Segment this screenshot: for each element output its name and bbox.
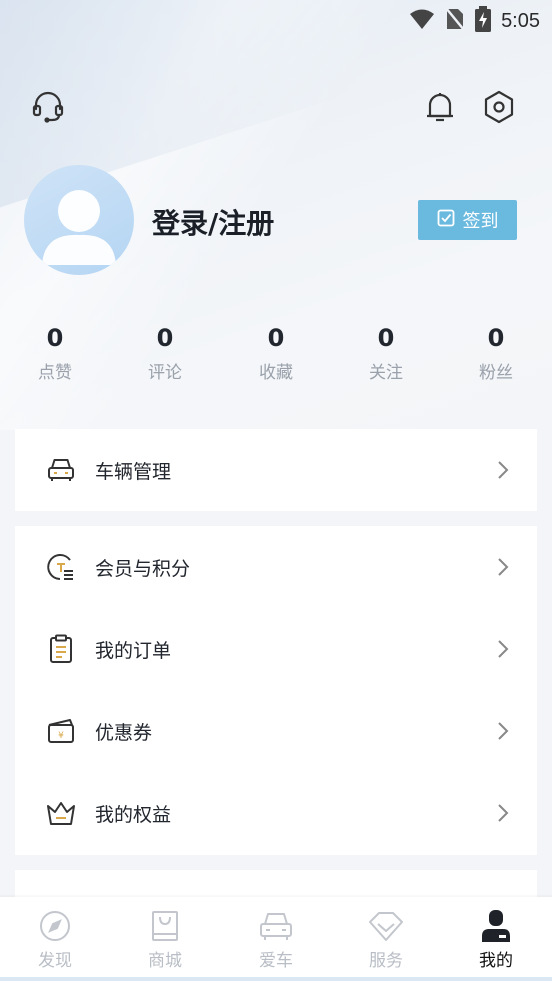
menu-item-vehicle-management[interactable]: 车辆管理 — [15, 429, 537, 511]
login-register-link[interactable]: 登录/注册 — [152, 202, 274, 242]
chevron-right-icon — [497, 721, 511, 741]
stat-comments[interactable]: 0 评论 — [125, 322, 205, 383]
stat-likes[interactable]: 0 点赞 — [15, 322, 95, 383]
menu-item-my-orders[interactable]: 我的订单 — [15, 608, 537, 690]
tab-mall[interactable]: 商城 — [110, 907, 220, 971]
chevron-right-icon — [497, 803, 511, 823]
stat-label: 评论 — [148, 363, 182, 383]
car-icon — [45, 454, 77, 486]
avatar[interactable] — [24, 165, 134, 275]
diamond-icon — [367, 907, 405, 945]
menu-item-membership-points[interactable]: 会员与积分 — [15, 526, 537, 608]
menu-item-label: 优惠券 — [95, 721, 153, 744]
battery-charging-icon — [475, 6, 492, 36]
wifi-icon — [409, 8, 435, 34]
stat-label: 粉丝 — [479, 363, 513, 383]
status-time: 5:05 — [501, 9, 540, 32]
stat-value: 0 — [377, 324, 395, 352]
stats-bar: 0 点赞 0 评论 0 收藏 0 关注 0 粉丝 — [0, 322, 552, 392]
checkin-button[interactable]: 签到 — [418, 200, 517, 240]
checkin-label: 签到 — [462, 211, 499, 232]
status-bar: 5:05 — [0, 0, 552, 38]
membership-points-icon — [45, 551, 77, 583]
order-clipboard-icon — [45, 633, 77, 665]
default-avatar-icon — [42, 190, 116, 265]
stat-favorites[interactable]: 0 收藏 — [236, 322, 316, 383]
chevron-right-icon — [497, 557, 511, 577]
notification-bell-icon[interactable] — [421, 88, 459, 126]
no-sim-icon — [445, 7, 466, 35]
user-icon — [477, 907, 515, 945]
stat-label: 收藏 — [259, 363, 293, 383]
vehicle-card: 车辆管理 — [15, 429, 537, 511]
chevron-right-icon — [497, 460, 511, 480]
stat-following[interactable]: 0 关注 — [346, 322, 426, 383]
menu-card: 会员与积分 我的订单 ¥ 优惠券 我的权益 — [15, 526, 537, 855]
menu-item-label: 会员与积分 — [95, 557, 191, 580]
coupon-icon: ¥ — [45, 715, 77, 747]
stat-value: 0 — [46, 324, 64, 352]
menu-item-label: 车辆管理 — [95, 460, 172, 483]
stat-value: 0 — [267, 324, 285, 352]
gesture-bar-divider — [0, 977, 552, 981]
tab-label: 服务 — [369, 951, 403, 971]
stat-fans[interactable]: 0 粉丝 — [456, 322, 536, 383]
customer-service-headset-icon[interactable] — [29, 88, 67, 126]
tab-mine[interactable]: 我的 — [441, 907, 551, 971]
tab-label: 商城 — [148, 951, 182, 971]
stat-label: 关注 — [369, 363, 403, 383]
svg-text:¥: ¥ — [58, 731, 64, 741]
stat-value: 0 — [156, 324, 174, 352]
menu-item-label: 我的权益 — [95, 803, 172, 826]
checkbox-icon — [437, 209, 455, 232]
tab-label: 发现 — [38, 951, 72, 971]
menu-item-my-benefits[interactable]: 我的权益 — [15, 772, 537, 854]
stat-value: 0 — [487, 324, 505, 352]
car-icon — [257, 907, 295, 945]
shopping-bag-icon — [146, 907, 184, 945]
compass-icon — [36, 907, 74, 945]
tab-label: 爱车 — [259, 951, 293, 971]
menu-item-coupons[interactable]: ¥ 优惠券 — [15, 690, 537, 772]
menu-item-label: 我的订单 — [95, 639, 172, 662]
tab-discover[interactable]: 发现 — [0, 907, 110, 971]
tab-label: 我的 — [479, 951, 513, 971]
crown-icon — [45, 797, 77, 829]
tab-my-car[interactable]: 爱车 — [221, 907, 331, 971]
bottom-navigation: 发现 商城 爱车 服务 我的 — [0, 897, 552, 981]
settings-hexagon-icon[interactable] — [480, 88, 518, 126]
chevron-right-icon — [497, 639, 511, 659]
stat-label: 点赞 — [38, 363, 72, 383]
tab-service[interactable]: 服务 — [331, 907, 441, 971]
